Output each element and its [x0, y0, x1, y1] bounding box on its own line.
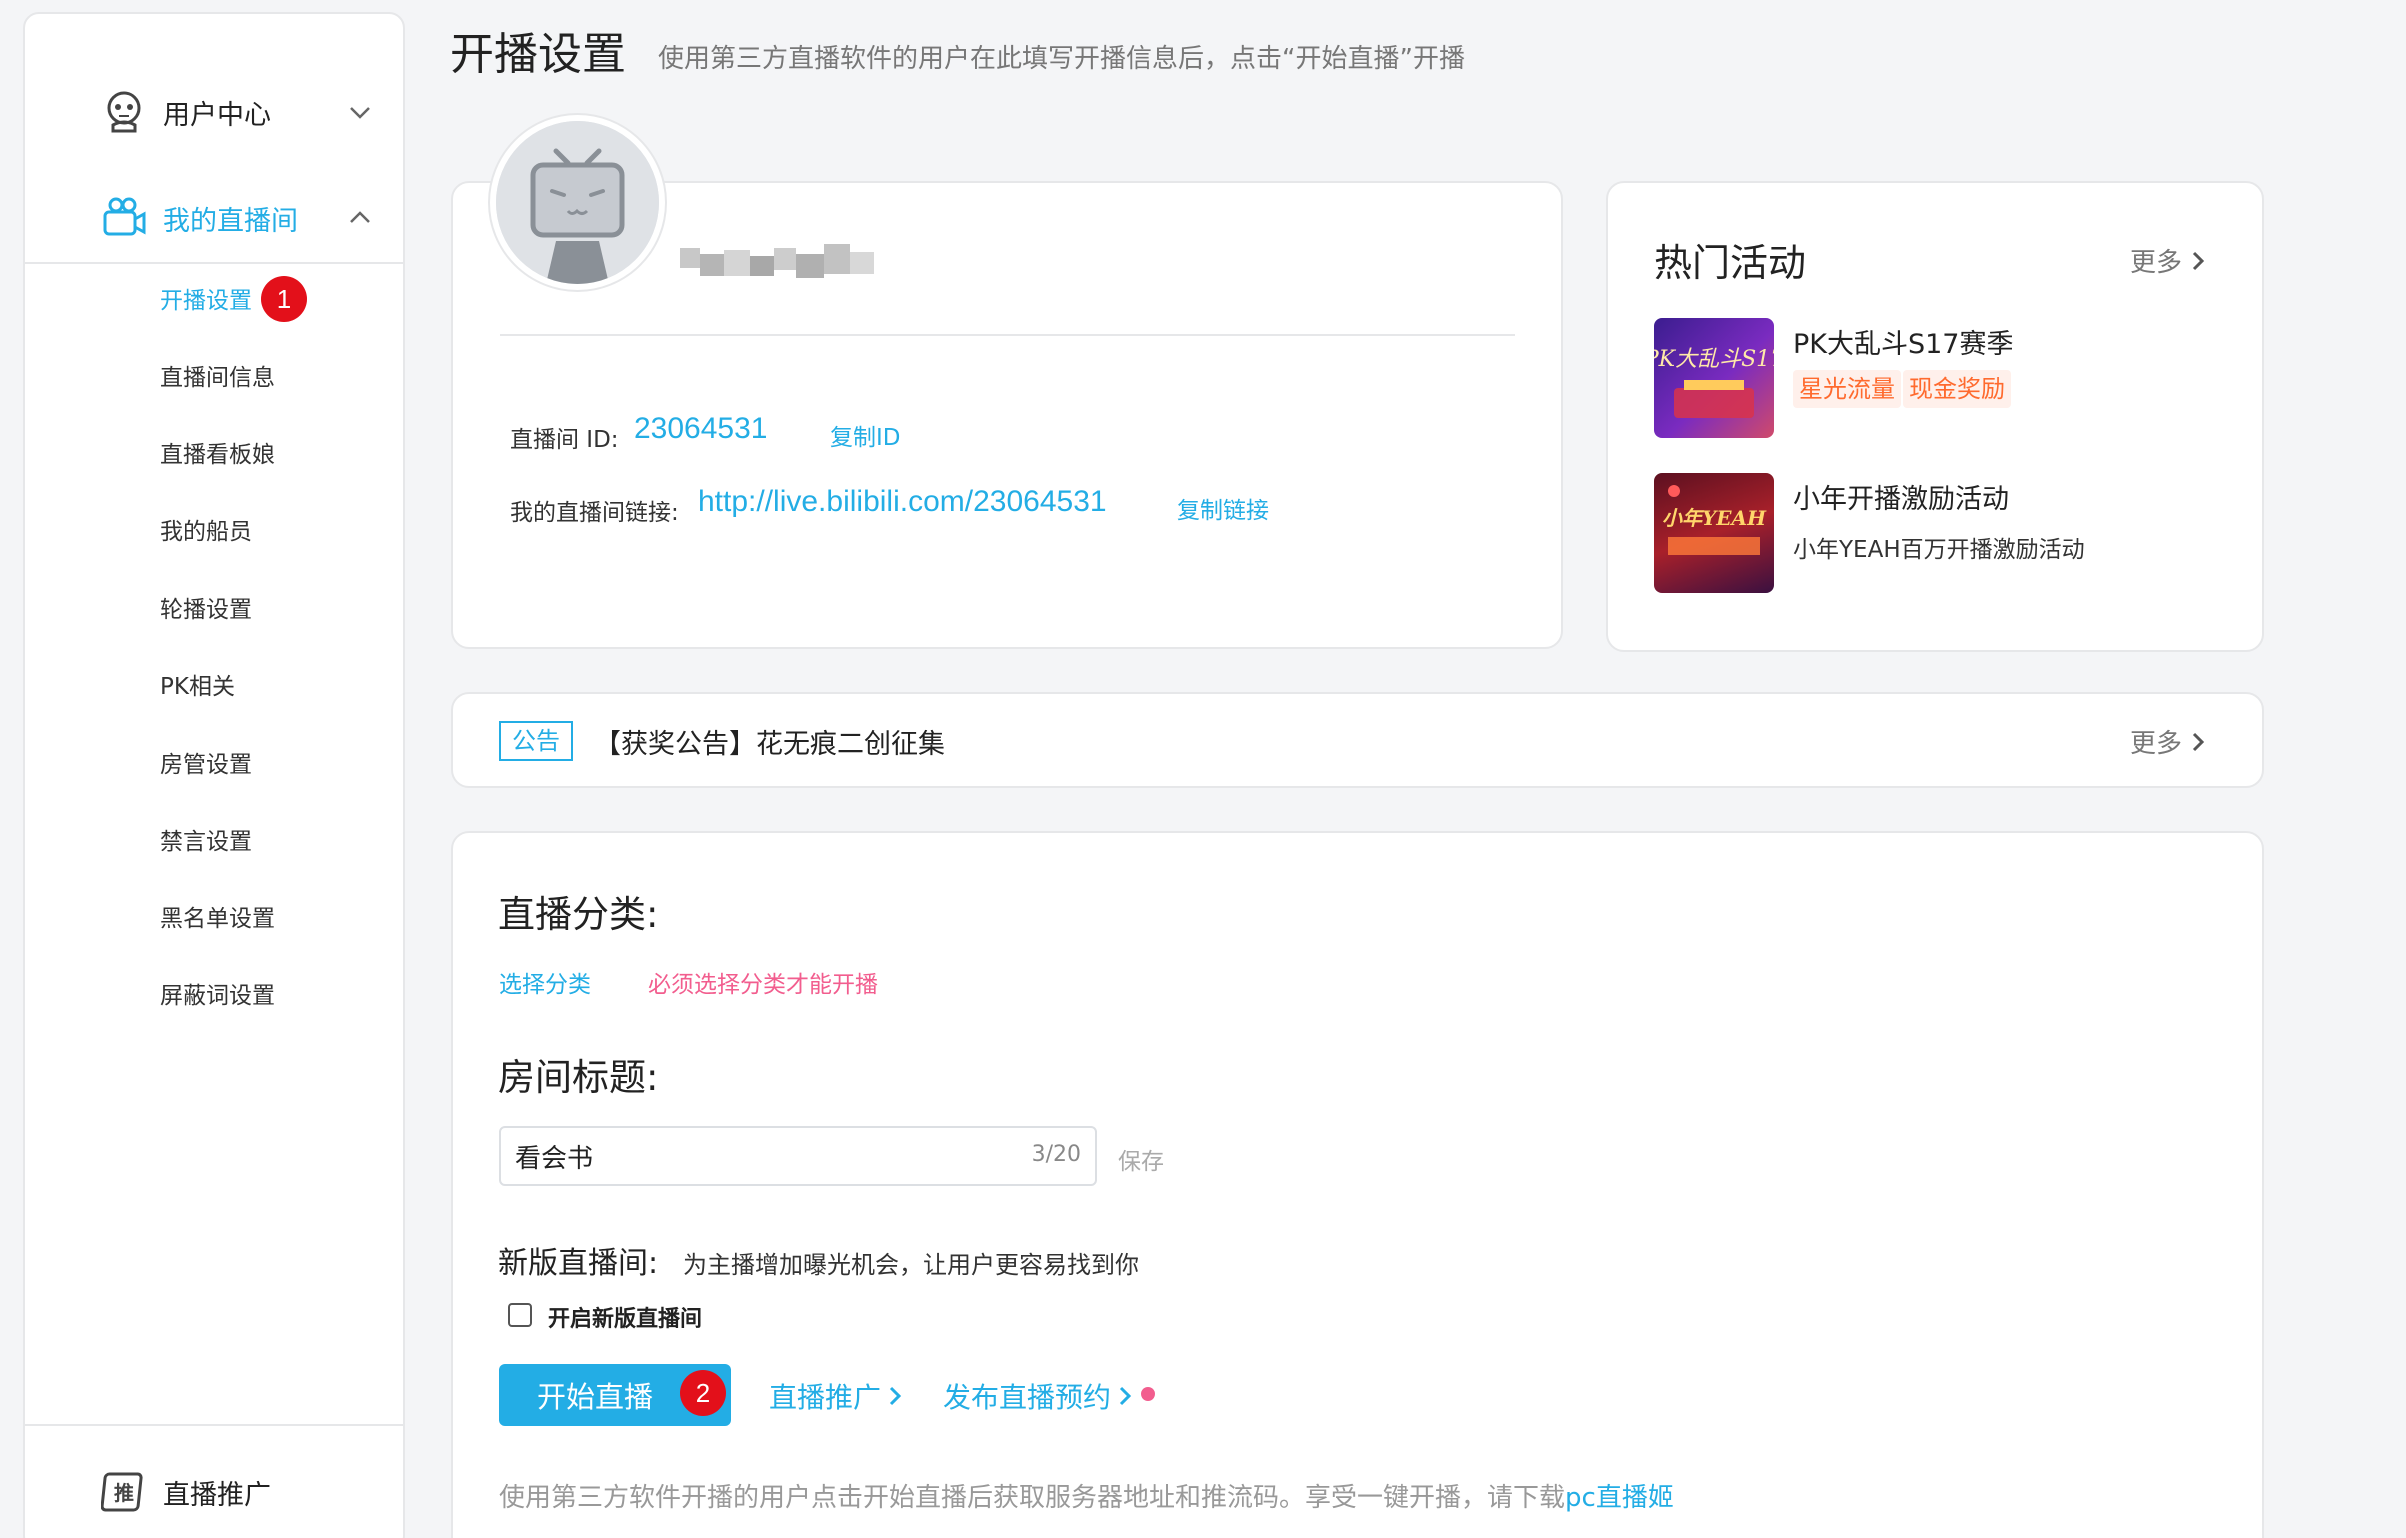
step-badge-2: 2 [680, 1370, 726, 1416]
room-card-divider [500, 334, 1515, 336]
stream-promotion-link[interactable]: 直播推广 [769, 1376, 903, 1416]
avatar[interactable] [490, 115, 665, 290]
footer-hint: 使用第三方软件开播的用户点击开始直播后获取服务器地址和推流码。享受一键开播，请下… [499, 1477, 1674, 1514]
sidebar-divider-bottom [25, 1424, 403, 1426]
activity-subtitle-xiaonian: 小年YEAH百万开播激励活动 [1793, 537, 2085, 563]
select-category-link[interactable]: 选择分类 [499, 965, 591, 999]
hot-activities-more[interactable]: 更多 [2130, 242, 2206, 279]
sidebar-group-my-room[interactable]: 我的直播间 [25, 178, 403, 258]
sidebar-item-promotion-label: 直播推广 [163, 1479, 271, 1511]
download-pc-link[interactable]: pc直播姬 [1565, 1483, 1674, 1513]
sidebar-group-user-center-label: 用户中心 [163, 99, 271, 131]
room-link-url[interactable]: http://live.bilibili.com/23064531 [698, 485, 1107, 519]
sidebar-item-blocked-words[interactable]: 屏蔽词设置 [160, 976, 275, 1016]
activity-title-xiaonian[interactable]: 小年开播激励活动 [1793, 477, 2009, 516]
copy-link-link[interactable]: 复制链接 [1177, 491, 1269, 525]
sidebar-group-user-center[interactable]: 用户中心 [25, 72, 403, 152]
sidebar-item-room-admin[interactable]: 房管设置 [160, 745, 252, 785]
sidebar-item-stream-settings[interactable]: 开播设置 [160, 281, 252, 321]
activity-title-pk[interactable]: PK大乱斗S17赛季 [1793, 322, 2013, 361]
step-badge-1: 1 [261, 276, 307, 322]
new-room-checkbox-label[interactable]: 开启新版直播间 [548, 1301, 702, 1333]
activity-tag-star-traffic: 星光流量 [1793, 370, 1901, 408]
room-id-label: 直播间 ID: [510, 427, 619, 453]
page-title: 开播设置 [450, 29, 626, 80]
xiaonian-poster-icon: 小年YEAH [1662, 485, 1767, 555]
category-warning: 必须选择分类才能开播 [648, 972, 878, 998]
chevron-right-icon [2192, 251, 2205, 270]
page-subtitle: 使用第三方直播软件的用户在此填写开播信息后，点击“开始直播”开播 [658, 44, 1465, 74]
sidebar-item-mute[interactable]: 禁言设置 [160, 822, 252, 862]
room-link-label: 我的直播间链接: [510, 500, 679, 526]
xiaonian-poster-text: 小年YEAH [1662, 506, 1767, 530]
room-title-counter: 3/20 [1031, 1142, 1081, 1167]
room-title-input-box: 3/20 [499, 1126, 1097, 1186]
sidebar-divider [25, 262, 403, 264]
activity-tag-cash-reward: 现金奖励 [1903, 370, 2011, 408]
publish-reservation-link[interactable]: 发布直播预约 [943, 1376, 1133, 1416]
room-title-input[interactable] [515, 1136, 985, 1176]
hot-activities-title: 热门活动 [1654, 241, 1807, 285]
new-room-heading: 新版直播间: [498, 1246, 659, 1281]
notice-more-label: 更多 [2130, 729, 2183, 759]
new-room-description: 为主播增加曝光机会，让用户更容易找到你 [683, 1251, 1139, 1279]
new-indicator-dot [1141, 1387, 1155, 1401]
chevron-down-icon [350, 107, 370, 119]
sidebar-item-crew[interactable]: 我的船员 [160, 512, 252, 552]
room-id-value: 23064531 [634, 412, 768, 445]
svg-text:推: 推 [114, 1481, 134, 1505]
camera-icon [103, 197, 146, 236]
publish-reservation-label: 发布直播预约 [943, 1381, 1112, 1414]
room-title-heading: 房间标题: [498, 1056, 659, 1099]
chevron-right-icon [1119, 1386, 1132, 1406]
sidebar-item-mascot[interactable]: 直播看板娘 [160, 435, 275, 475]
new-room-checkbox[interactable] [508, 1303, 532, 1327]
notice-tag: 公告 [499, 721, 573, 761]
sidebar-item-room-info[interactable]: 直播间信息 [160, 358, 275, 398]
activity-thumb-pk[interactable]: PK大乱斗S17 [1654, 318, 1774, 438]
chevron-up-icon [350, 211, 370, 223]
stream-promotion-label: 直播推广 [769, 1381, 882, 1414]
footer-hint-text: 使用第三方软件开播的用户点击开始直播后获取服务器地址和推流码。享受一键开播，请下… [499, 1483, 1566, 1513]
category-heading: 直播分类: [498, 893, 659, 936]
notice-more[interactable]: 更多 [2130, 723, 2206, 760]
pk-poster-text: PK大乱斗S17 [1654, 347, 1774, 372]
chevron-right-icon [2192, 732, 2205, 751]
chevron-right-icon [889, 1386, 902, 1406]
username-blurred [680, 244, 874, 278]
sidebar-item-pk[interactable]: PK相关 [160, 667, 235, 707]
sidebar: 用户中心 我的直播间 开播设置 1 直播间信息 直播看板娘 我的船员 轮播设置 … [23, 12, 405, 1538]
tv-mascot-icon [496, 121, 659, 284]
copy-id-link[interactable]: 复制ID [830, 418, 901, 452]
sidebar-item-carousel[interactable]: 轮播设置 [160, 590, 252, 630]
promotion-icon: 推 [101, 1472, 143, 1512]
sidebar-group-my-room-label: 我的直播间 [163, 205, 298, 237]
activity-thumb-xiaonian[interactable]: 小年YEAH [1654, 473, 1774, 593]
save-button[interactable]: 保存 [1118, 1142, 1164, 1176]
hot-activities-more-label: 更多 [2130, 248, 2183, 278]
notice-text[interactable]: 【获奖公告】花无痕二创征集 [594, 722, 945, 761]
sidebar-item-blacklist[interactable]: 黑名单设置 [160, 899, 275, 939]
user-center-icon [107, 91, 141, 133]
pk-poster-icon: PK大乱斗S17 [1654, 347, 1774, 418]
sidebar-item-promotion[interactable]: 推 直播推广 [25, 1452, 403, 1532]
